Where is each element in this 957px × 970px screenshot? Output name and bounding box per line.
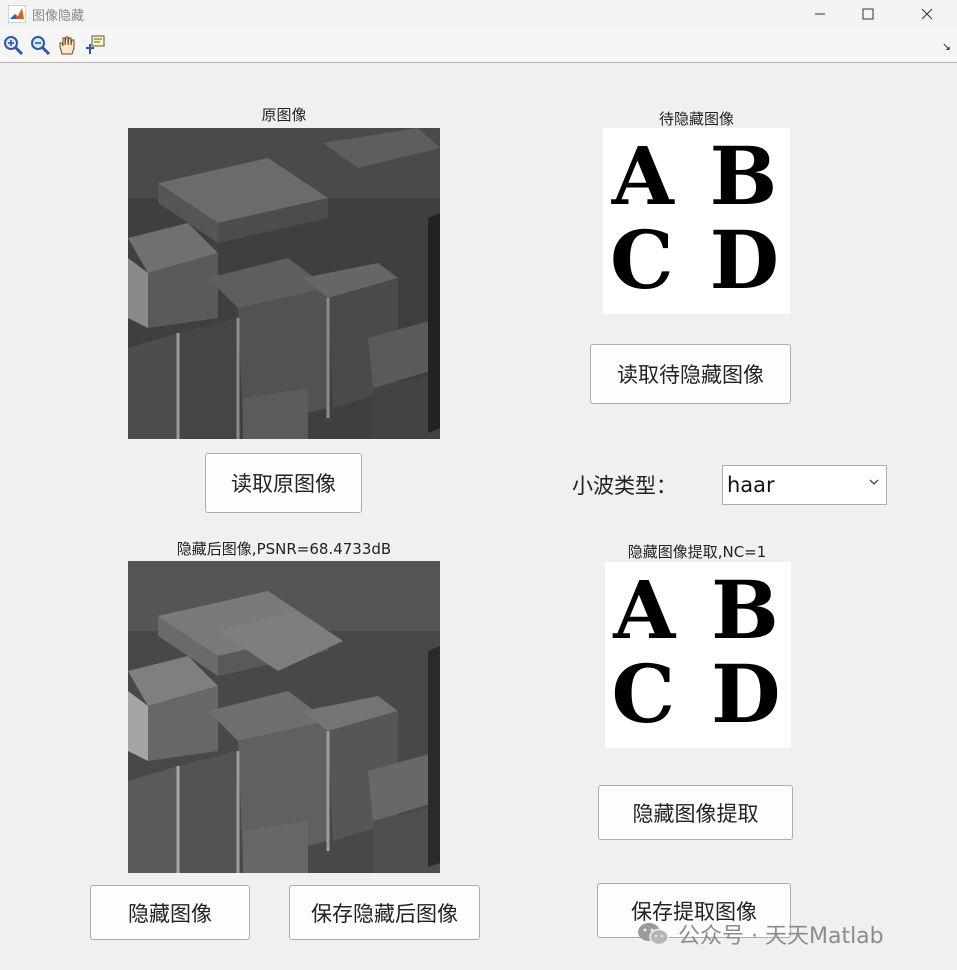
extract-hidden-image-button[interactable]: 隐藏图像提取	[598, 785, 793, 840]
secret-letters-row-1: A B	[611, 129, 782, 223]
zoom-in-icon[interactable]	[2, 34, 24, 56]
stego-image	[128, 561, 440, 873]
close-icon	[921, 8, 933, 20]
extracted-image: A B C D	[605, 562, 791, 748]
maximize-icon	[862, 8, 874, 20]
read-original-button[interactable]: 读取原图像	[205, 453, 362, 513]
extracted-image-title: 隐藏图像提取,NC=1	[627, 543, 767, 561]
save-stego-image-button[interactable]: 保存隐藏后图像	[289, 885, 480, 940]
wavelet-type-label: 小波类型：	[572, 474, 677, 498]
extracted-letters-row-1: A B	[613, 563, 783, 657]
figure-toolbar: ↘	[0, 28, 957, 63]
original-image	[128, 128, 440, 439]
minimize-button[interactable]	[797, 0, 843, 28]
wechat-watermark: 公众号 · 天天Matlab	[636, 918, 884, 950]
wavelet-type-select[interactable]: haar	[722, 465, 887, 505]
matlab-figure-window: 图像隐藏 ↘ 原图像 读取原图像 待隐藏图像 A B C D 读取待隐藏图像 小…	[0, 0, 957, 970]
wavelet-type-value: haar	[727, 473, 775, 497]
data-cursor-icon[interactable]	[84, 34, 106, 56]
dock-arrow-icon[interactable]: ↘	[942, 40, 951, 53]
secret-image-title: 待隐藏图像	[658, 110, 734, 128]
minimize-icon	[815, 13, 825, 15]
window-title: 图像隐藏	[32, 9, 85, 24]
chevron-down-icon	[869, 479, 879, 485]
watermark-text: 公众号 · 天天Matlab	[678, 924, 884, 949]
zoom-out-icon[interactable]	[29, 34, 51, 56]
original-image-title: 原图像	[261, 106, 307, 124]
read-secret-image-button[interactable]: 读取待隐藏图像	[590, 344, 791, 404]
pan-hand-icon[interactable]	[56, 34, 78, 56]
wechat-icon	[638, 923, 669, 946]
hide-image-button[interactable]: 隐藏图像	[90, 885, 250, 940]
maximize-button[interactable]	[845, 0, 891, 28]
secret-image: A B C D	[603, 128, 790, 314]
secret-letters-row-2: C D	[610, 213, 783, 307]
extracted-letters-row-2: C D	[611, 647, 785, 741]
stego-image-title: 隐藏后图像,PSNR=68.4733dB	[176, 540, 392, 558]
close-button[interactable]	[904, 0, 950, 28]
title-bar: 图像隐藏	[0, 0, 957, 28]
matlab-icon	[8, 5, 26, 23]
